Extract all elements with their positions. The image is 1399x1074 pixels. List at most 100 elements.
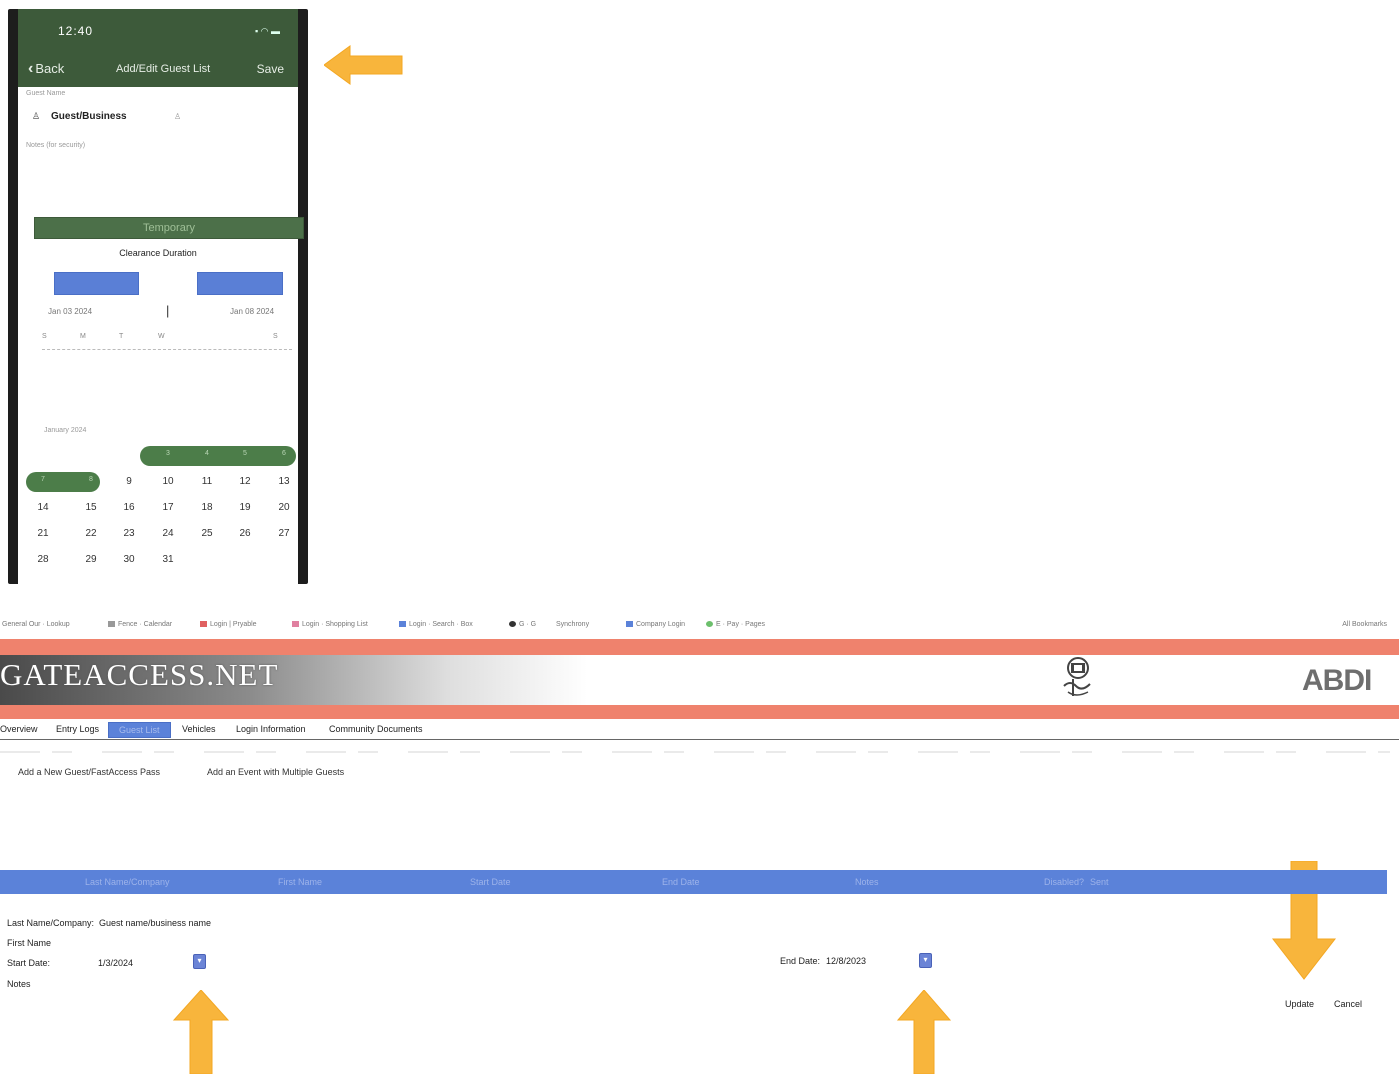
calendar-picker-icon[interactable]: ▾	[919, 953, 932, 968]
bookmark-item[interactable]: Fence · Calendar	[108, 621, 172, 628]
last-name-label: Last Name/Company:	[7, 918, 95, 928]
status-bar: 12:40 ▪ ◠ ▬	[18, 9, 298, 53]
calendar-day[interactable]: 29	[77, 554, 105, 565]
signal-battery-icon: ▪ ◠ ▬	[254, 26, 280, 36]
calendar-day[interactable]: 11	[193, 476, 221, 487]
tab-community-documents[interactable]: Community Documents	[329, 724, 423, 734]
header-bottom-band	[0, 705, 1399, 719]
calendar-day[interactable]: 5	[231, 450, 259, 457]
nav-title: Add/Edit Guest List	[116, 63, 211, 75]
bookmark-item[interactable]: General Our · Lookup	[2, 621, 70, 628]
end-date-display[interactable]: Jan 08 2024	[230, 307, 274, 316]
arrow-up-icon	[172, 990, 230, 1074]
guest-name-label: Guest Name	[26, 90, 66, 97]
site-logo[interactable]: GATEACCESS.NET	[0, 657, 278, 693]
bookmark-icon	[200, 621, 207, 628]
phone-frame: 12:40 ▪ ◠ ▬ ‹ Back Add/Edit Guest List Sa…	[8, 9, 308, 584]
calendar-day[interactable]: 6	[270, 450, 298, 457]
tab-login-information[interactable]: Login Information	[236, 724, 306, 734]
last-name-field[interactable]: Guest name/business name	[99, 918, 211, 928]
bookmark-label: Login · Search · Box	[409, 621, 473, 628]
bookmark-item[interactable]: Login · Search · Box	[399, 621, 473, 628]
weekday-label: T	[119, 333, 124, 340]
start-date-field[interactable]: 1/3/2024	[98, 958, 133, 968]
first-name-label: First Name	[7, 938, 52, 948]
bookmark-item[interactable]: Login | Pryable	[200, 621, 257, 628]
calendar-day[interactable]: 9	[115, 476, 143, 487]
calendar-day[interactable]: 8	[77, 476, 105, 483]
calendar-day[interactable]: 27	[270, 528, 298, 539]
chevron-left-icon: ‹	[28, 60, 34, 77]
start-date-display[interactable]: Jan 03 2024	[48, 307, 92, 316]
bookmark-item[interactable]: E · Pay · Pages	[706, 621, 765, 628]
column-header[interactable]: Sent	[1090, 877, 1109, 887]
back-label: Back	[35, 61, 65, 76]
duration-option-button[interactable]	[54, 272, 139, 295]
calendar-picker-icon[interactable]: ▾	[193, 954, 206, 969]
calendar-day[interactable]: 10	[154, 476, 182, 487]
calendar-day[interactable]: 25	[193, 528, 221, 539]
clearance-duration-label: Clearance Duration	[119, 248, 197, 258]
tab-entry-logs[interactable]: Entry Logs	[56, 724, 99, 734]
bookmark-item[interactable]: Company Login	[626, 621, 685, 628]
add-event-link[interactable]: Add an Event with Multiple Guests	[207, 767, 344, 777]
column-header[interactable]: End Date	[662, 877, 700, 887]
brand-logo: ABDI	[1302, 664, 1372, 697]
calendar-day[interactable]: 12	[231, 476, 259, 487]
calendar-day[interactable]: 30	[115, 554, 143, 565]
status-time: 12:40	[58, 24, 94, 38]
calendar-day[interactable]: 4	[193, 450, 221, 457]
calendar-day[interactable]: 31	[154, 554, 182, 565]
calendar-day[interactable]: 26	[231, 528, 259, 539]
notes-label: Notes	[7, 979, 31, 989]
bookmark-label: Login · Shopping List	[302, 621, 368, 628]
end-date-field[interactable]: 12/8/2023	[826, 956, 866, 966]
update-button[interactable]: Update	[1285, 999, 1314, 1009]
save-button[interactable]: Save	[257, 62, 284, 76]
column-header[interactable]: Disabled?	[1044, 877, 1084, 887]
bookmark-item[interactable]: G · G	[509, 621, 536, 628]
calendar-day[interactable]: 17	[154, 502, 182, 513]
calendar-day[interactable]: 15	[77, 502, 105, 513]
calendar-day[interactable]: 20	[270, 502, 298, 513]
calendar-day[interactable]: 7	[29, 476, 57, 483]
tab-overview[interactable]: Overview	[0, 724, 38, 734]
faint-info-row	[0, 751, 1390, 753]
calendar-day[interactable]: 22	[77, 528, 105, 539]
person-outline-icon[interactable]: ♙	[174, 112, 181, 121]
bookmark-item[interactable]: Login · Shopping List	[292, 621, 368, 628]
back-button[interactable]: ‹ Back	[28, 60, 64, 78]
calendar-day[interactable]: 16	[115, 502, 143, 513]
guest-type-selector[interactable]: Guest/Business	[51, 111, 127, 122]
calendar-day[interactable]: 24	[154, 528, 182, 539]
all-bookmarks-link[interactable]: All Bookmarks	[1342, 621, 1387, 628]
calendar-day[interactable]: 21	[29, 528, 57, 539]
month-label: January 2024	[44, 427, 87, 434]
calendar-day[interactable]: 14	[29, 502, 57, 513]
column-header[interactable]: Start Date	[470, 877, 511, 887]
calendar-day[interactable]: 19	[231, 502, 259, 513]
notes-field[interactable]: Notes (for security)	[26, 142, 85, 149]
column-header[interactable]: First Name	[278, 877, 322, 887]
header-top-band	[0, 639, 1399, 655]
tab-guest-list[interactable]: Guest List	[108, 722, 171, 738]
tab-vehicles[interactable]: Vehicles	[182, 724, 216, 734]
bookmark-label: Login | Pryable	[210, 621, 257, 628]
calendar-day[interactable]: 28	[29, 554, 57, 565]
calendar-day[interactable]: 18	[193, 502, 221, 513]
calendar-day[interactable]: 13	[270, 476, 298, 487]
bookmark-item[interactable]: Synchrony	[556, 621, 589, 628]
bookmark-label: General Our · Lookup	[2, 621, 70, 628]
add-guest-pass-link[interactable]: Add a New Guest/FastAccess Pass	[18, 767, 160, 777]
duration-option-button[interactable]	[197, 272, 283, 295]
column-header[interactable]: Notes	[855, 877, 879, 887]
calendar-day[interactable]: 3	[154, 450, 182, 457]
temporary-button[interactable]: Temporary	[34, 217, 304, 239]
person-icon: ♙	[32, 111, 41, 121]
weekday-label: S	[273, 333, 278, 340]
calendar-day[interactable]: 23	[115, 528, 143, 539]
date-separator: |	[166, 303, 170, 318]
cancel-button[interactable]: Cancel	[1334, 999, 1362, 1009]
column-header[interactable]: Last Name/Company	[85, 877, 170, 887]
bookmark-label: Company Login	[636, 621, 686, 628]
